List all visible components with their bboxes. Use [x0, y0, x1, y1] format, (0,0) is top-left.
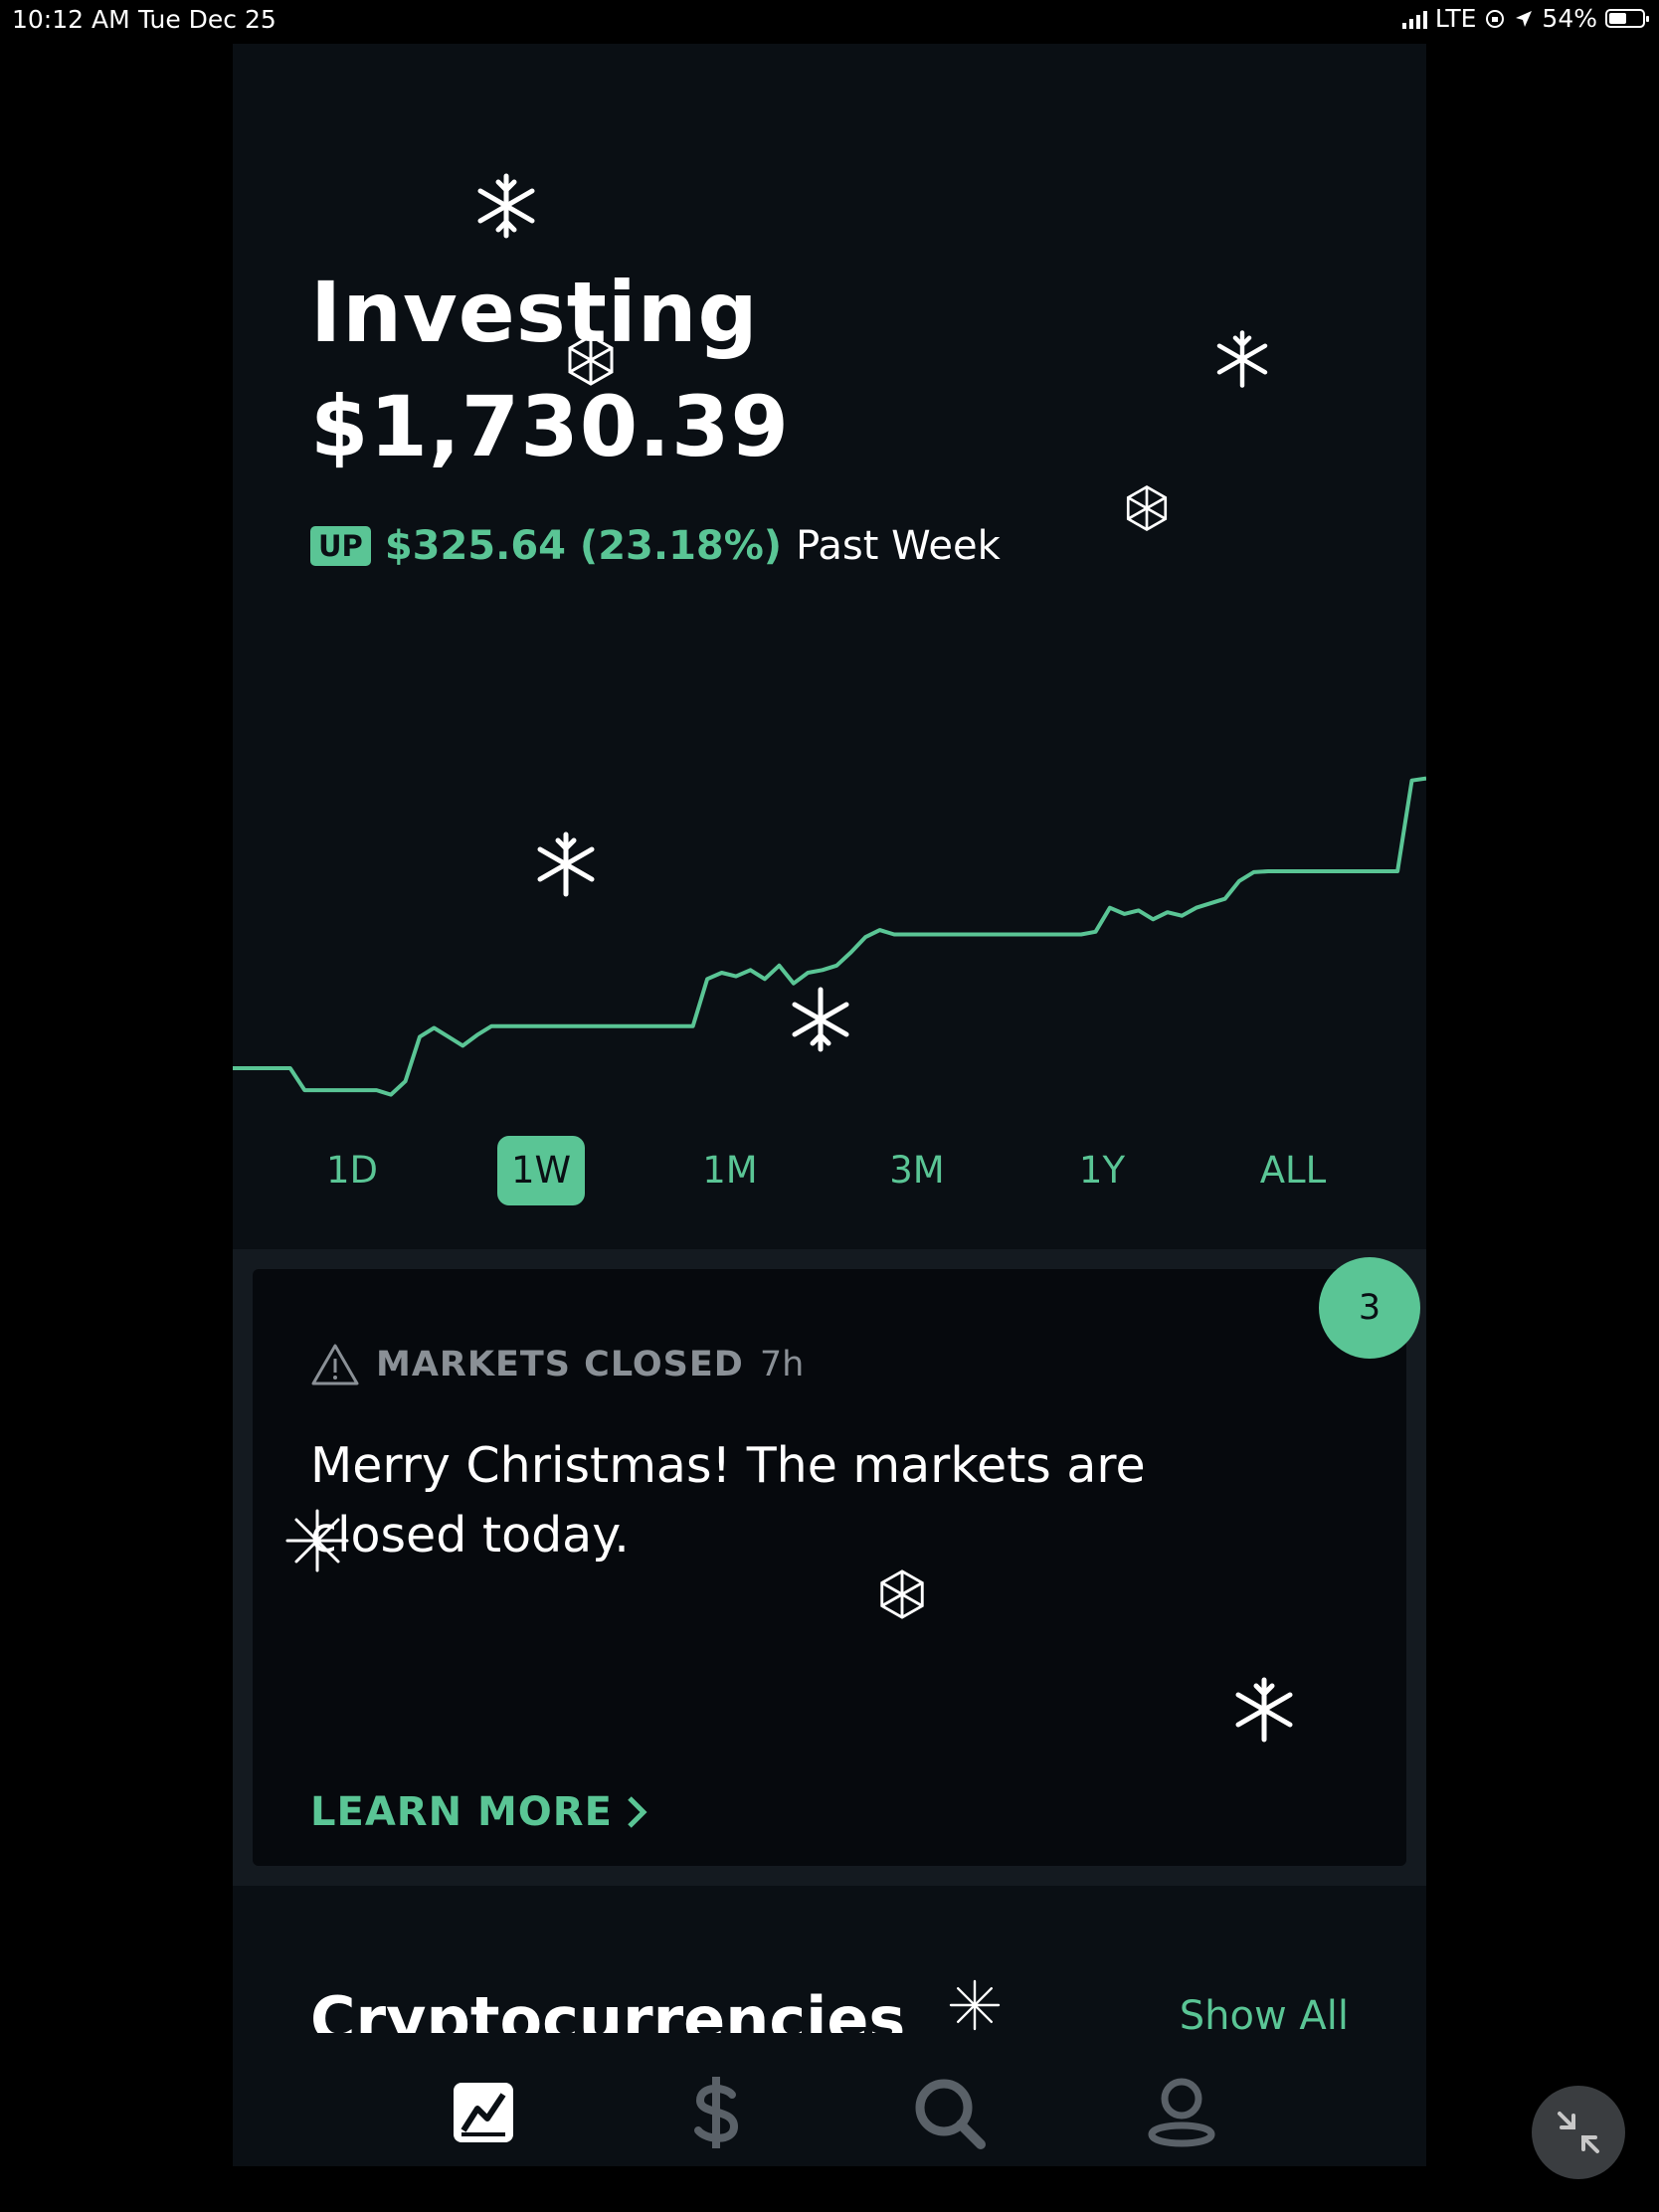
chevron-right-icon	[628, 1796, 647, 1828]
battery-level	[1609, 13, 1627, 24]
snowflake-icon	[1126, 485, 1168, 531]
learn-more-link[interactable]: LEARN MORE	[310, 1789, 648, 1835]
change-period: Past Week	[796, 523, 1001, 569]
snowflake-icon	[880, 1569, 924, 1619]
snowflake-icon	[537, 831, 595, 897]
orientation-lock-icon	[1486, 9, 1505, 28]
minimize-button[interactable]	[1532, 2086, 1625, 2179]
warning-icon	[311, 1344, 359, 1385]
sparkle-icon	[949, 1979, 1001, 2031]
snowflake-icon	[477, 173, 535, 239]
portfolio-chart[interactable]	[233, 730, 1426, 1128]
snowflake-icon	[1216, 330, 1268, 388]
account-icon[interactable]	[1142, 2073, 1221, 2152]
search-icon[interactable]	[909, 2073, 989, 2152]
card-message: Merry Christmas! The markets are closed …	[310, 1437, 1146, 1564]
snowflake-icon	[792, 987, 849, 1052]
range-tab-1y[interactable]: 1Y	[1065, 1136, 1139, 1205]
app-window: Investing $1,730.39 UP $325.64 (23.18%) …	[233, 44, 1426, 2166]
snowflake-icon	[568, 334, 614, 386]
network-label: LTE	[1434, 4, 1477, 33]
status-bar: 10:12 AM Tue Dec 25 LTE 54%	[0, 0, 1659, 40]
card-age: 7h	[759, 1345, 805, 1384]
card-label: MARKETS CLOSED	[376, 1345, 744, 1384]
battery-icon	[1605, 9, 1649, 28]
dollar-icon[interactable]	[676, 2073, 756, 2152]
status-time: 10:12 AM	[12, 5, 130, 34]
location-icon	[1516, 10, 1533, 27]
direction-badge: UP	[310, 526, 371, 566]
range-tab-1w[interactable]: 1W	[496, 1136, 586, 1205]
change-row: UP $325.64 (23.18%) Past Week	[310, 523, 1001, 569]
signal-icon	[1401, 9, 1427, 29]
range-tab-1d[interactable]: 1D	[312, 1136, 392, 1205]
notification-count-badge[interactable]: 3	[1319, 1257, 1420, 1359]
portfolio-value: $1,730.39	[310, 378, 790, 475]
sparkle-icon	[285, 1509, 349, 1572]
status-date: Tue Dec 25	[138, 5, 276, 34]
chart-icon[interactable]	[444, 2073, 523, 2152]
range-tab-3m[interactable]: 3M	[875, 1136, 958, 1205]
minimize-icon	[1558, 2112, 1599, 2153]
snowflake-icon	[1235, 1677, 1293, 1743]
card-header: MARKETS CLOSED 7h	[310, 1343, 804, 1386]
range-selector: 1D 1W 1M 3M 1Y ALL	[233, 1136, 1426, 1215]
change-amount: $325.64 (23.18%)	[384, 523, 783, 569]
learn-more-label: LEARN MORE	[310, 1789, 613, 1835]
range-tab-all[interactable]: ALL	[1246, 1136, 1341, 1205]
section-title: Cryptocurrencies	[310, 1983, 906, 2037]
status-indicators: LTE 54%	[1401, 4, 1649, 33]
range-tab-1m[interactable]: 1M	[688, 1136, 771, 1205]
page-title: Investing	[310, 264, 759, 361]
tab-bar	[233, 2033, 1426, 2166]
battery-percent: 54%	[1542, 4, 1597, 33]
